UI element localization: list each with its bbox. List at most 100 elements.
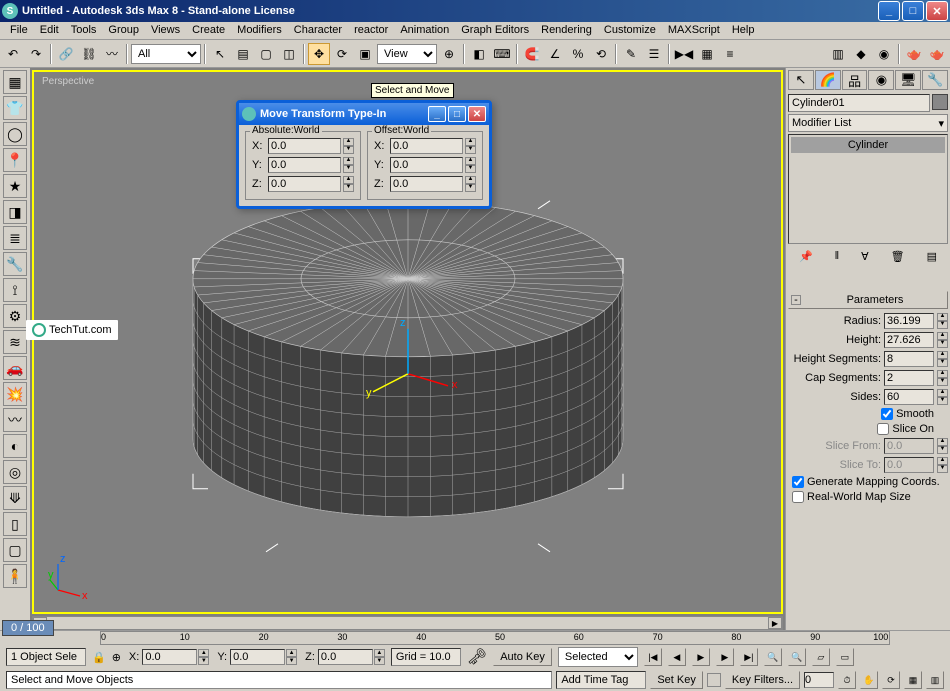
transform-type-in-icon[interactable]: ⊕ <box>112 651 121 664</box>
quick-render-button[interactable]: 🫖 <box>926 43 948 65</box>
radius-spinner[interactable]: ▲▼ <box>937 313 948 329</box>
radius-input[interactable] <box>884 313 934 329</box>
reactor-ragdoll-icon[interactable]: 🧍 <box>3 564 27 588</box>
object-color-swatch[interactable] <box>932 94 948 110</box>
named-selection-list[interactable]: ☰ <box>643 43 665 65</box>
menu-character[interactable]: Character <box>288 22 348 39</box>
hierarchy-tab[interactable]: 品 <box>842 70 868 90</box>
key-icon[interactable]: 🗝 <box>467 647 487 667</box>
scroll-right-icon[interactable]: ▶ <box>768 617 782 629</box>
dialog-maximize-button[interactable]: □ <box>448 106 466 122</box>
stack-item-cylinder[interactable]: Cylinder <box>791 137 945 153</box>
abs-x-spinner[interactable]: ▲▼ <box>343 138 354 154</box>
menu-file[interactable]: File <box>4 22 34 39</box>
select-move-button[interactable]: ✥ <box>308 43 330 65</box>
link-button[interactable]: 🔗 <box>55 43 77 65</box>
reactor-create-icon[interactable]: ▢ <box>3 538 27 562</box>
pin-stack-icon[interactable]: 📌 <box>799 250 813 263</box>
parameters-rollout-header[interactable]: -Parameters <box>788 291 948 309</box>
select-by-name-button[interactable]: ▤ <box>232 43 254 65</box>
dialog-close-button[interactable]: ✕ <box>468 106 486 122</box>
menu-animation[interactable]: Animation <box>394 22 455 39</box>
close-button[interactable]: ✕ <box>926 1 948 21</box>
ref-coord-dropdown[interactable]: View <box>377 44 437 64</box>
dialog-titlebar[interactable]: Move Transform Type-In _ □ ✕ <box>239 103 489 125</box>
abs-y-spinner[interactable]: ▲▼ <box>343 157 354 173</box>
reactor-softbody-icon[interactable]: ◯ <box>3 122 27 146</box>
zoom-all-button[interactable]: 🔍 <box>788 648 806 666</box>
schematic-view-button[interactable]: ◆ <box>850 43 872 65</box>
abs-z-spinner[interactable]: ▲▼ <box>343 176 354 192</box>
reactor-property-icon[interactable]: ◎ <box>3 460 27 484</box>
snap-toggle-button[interactable]: 🧲 <box>521 43 543 65</box>
off-x-input[interactable] <box>390 138 463 154</box>
material-editor-button[interactable]: ◉ <box>873 43 895 65</box>
select-scale-button[interactable]: ▣ <box>354 43 376 65</box>
menu-create[interactable]: Create <box>186 22 231 39</box>
menu-rendering[interactable]: Rendering <box>535 22 598 39</box>
make-unique-icon[interactable]: ∀ <box>861 250 869 263</box>
selection-filter-dropdown[interactable]: All <box>131 44 201 64</box>
lock-icon[interactable]: 🔒 <box>92 651 106 664</box>
reactor-toy-icon[interactable]: 🚗 <box>3 356 27 380</box>
abs-x-input[interactable] <box>268 138 341 154</box>
minimize-button[interactable]: _ <box>878 1 900 21</box>
prev-frame-button[interactable]: ◀ <box>668 648 686 666</box>
undo-button[interactable]: ↶ <box>2 43 24 65</box>
real-world-checkbox[interactable] <box>792 491 804 503</box>
y-input[interactable] <box>230 649 285 665</box>
height-spinner[interactable]: ▲▼ <box>937 332 948 348</box>
off-y-input[interactable] <box>390 157 463 173</box>
show-result-icon[interactable]: ‖ <box>835 250 840 263</box>
key-filters-button[interactable]: Key Filters... <box>725 671 800 689</box>
percent-snap-button[interactable]: % <box>567 43 589 65</box>
sides-spinner[interactable]: ▲▼ <box>937 389 948 405</box>
current-frame-input[interactable] <box>804 672 834 688</box>
off-x-spinner[interactable]: ▲▼ <box>465 138 476 154</box>
reactor-spring-icon[interactable]: ≣ <box>3 226 27 250</box>
reactor-rope-icon[interactable]: 📍 <box>3 148 27 172</box>
modifier-list-dropdown[interactable]: Modifier List▾ <box>788 114 948 132</box>
remove-modifier-icon[interactable]: 🗑 <box>891 250 905 263</box>
create-tab[interactable]: ↖ <box>788 70 814 90</box>
reactor-cloth-icon[interactable]: 👕 <box>3 96 27 120</box>
move-transform-dialog[interactable]: Move Transform Type-In _ □ ✕ Absolute:Wo… <box>236 100 492 209</box>
time-config-button[interactable]: ⏱ <box>838 671 856 689</box>
window-crossing-button[interactable]: ◫ <box>278 43 300 65</box>
autokey-button[interactable]: Auto Key <box>493 648 552 666</box>
height-segments-input[interactable] <box>884 351 934 367</box>
zoom-region-button[interactable]: ▭ <box>836 648 854 666</box>
spinner-snap-button[interactable]: ⟲ <box>590 43 612 65</box>
goto-start-button[interactable]: |◀ <box>644 648 662 666</box>
select-object-button[interactable]: ↖ <box>209 43 231 65</box>
abs-y-input[interactable] <box>268 157 341 173</box>
menu-grapheditors[interactable]: Graph Editors <box>455 22 535 39</box>
setkey-button[interactable]: Set Key <box>650 671 703 689</box>
frame-counter[interactable]: 0 / 100 <box>2 620 54 636</box>
off-z-spinner[interactable]: ▲▼ <box>465 176 476 192</box>
reactor-deforming-icon[interactable]: ★ <box>3 174 27 198</box>
keyboard-button[interactable]: ⌨ <box>491 43 513 65</box>
bind-spacewarp-button[interactable]: 〰 <box>101 43 123 65</box>
unlink-button[interactable]: ⛓ <box>78 43 100 65</box>
modifier-stack[interactable]: Cylinder <box>788 134 948 244</box>
menu-tools[interactable]: Tools <box>65 22 103 39</box>
next-frame-button[interactable]: ▶ <box>716 648 734 666</box>
use-center-button[interactable]: ⊕ <box>438 43 460 65</box>
off-z-input[interactable] <box>390 176 463 192</box>
select-region-button[interactable]: ▢ <box>255 43 277 65</box>
reactor-dashpot-icon[interactable]: ⟟ <box>3 278 27 302</box>
motion-tab[interactable]: ◉ <box>868 70 894 90</box>
curve-editor-button[interactable]: ▥ <box>827 43 849 65</box>
gen-mapping-checkbox[interactable] <box>792 476 804 488</box>
abs-z-input[interactable] <box>268 176 341 192</box>
display-tab[interactable]: 🖥 <box>895 70 921 90</box>
key-filter-dropdown[interactable]: Selected <box>558 647 638 667</box>
configure-sets-icon[interactable]: ▤ <box>927 250 937 263</box>
z-input[interactable] <box>318 649 373 665</box>
manipulate-button[interactable]: ◧ <box>468 43 490 65</box>
time-ruler[interactable]: 0 10 20 30 40 50 60 70 80 90 100 <box>100 631 890 645</box>
menu-views[interactable]: Views <box>145 22 186 39</box>
object-name-input[interactable] <box>788 94 930 112</box>
menu-maxscript[interactable]: MAXScript <box>662 22 726 39</box>
